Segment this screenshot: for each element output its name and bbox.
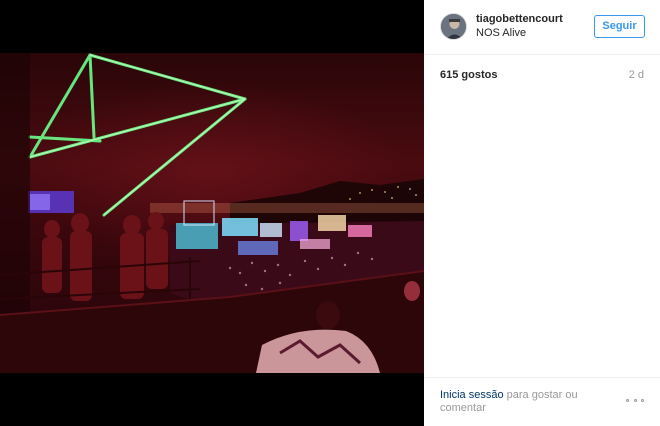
likes-count: 615 gostos (440, 69, 498, 81)
post-footer: Inicia sessão para gostar ou comentar (424, 377, 660, 426)
more-options-icon (626, 398, 629, 402)
username-link[interactable]: tiagobettencourt (476, 13, 563, 25)
location-link[interactable]: NOS Alive (476, 27, 526, 39)
login-link[interactable]: Inicia sessão (440, 389, 504, 401)
avatar-icon (441, 14, 466, 39)
post-header: tiagobettencourt NOS Alive Seguir (424, 0, 660, 55)
post-photo[interactable] (0, 53, 424, 373)
more-options-icon-dot (633, 398, 637, 402)
media-pane (0, 0, 424, 426)
login-prompt: Inicia sessão para gostar ou comentar (440, 389, 610, 415)
photo-scene (0, 53, 424, 373)
post-time[interactable]: 2 d (629, 69, 644, 81)
follow-button[interactable]: Seguir (594, 15, 645, 38)
post-sidebar: tiagobettencourt NOS Alive Seguir 615 go… (424, 0, 660, 426)
more-options-icon-dot (641, 398, 644, 402)
more-options-button[interactable] (626, 395, 644, 405)
user-avatar[interactable] (440, 13, 467, 40)
